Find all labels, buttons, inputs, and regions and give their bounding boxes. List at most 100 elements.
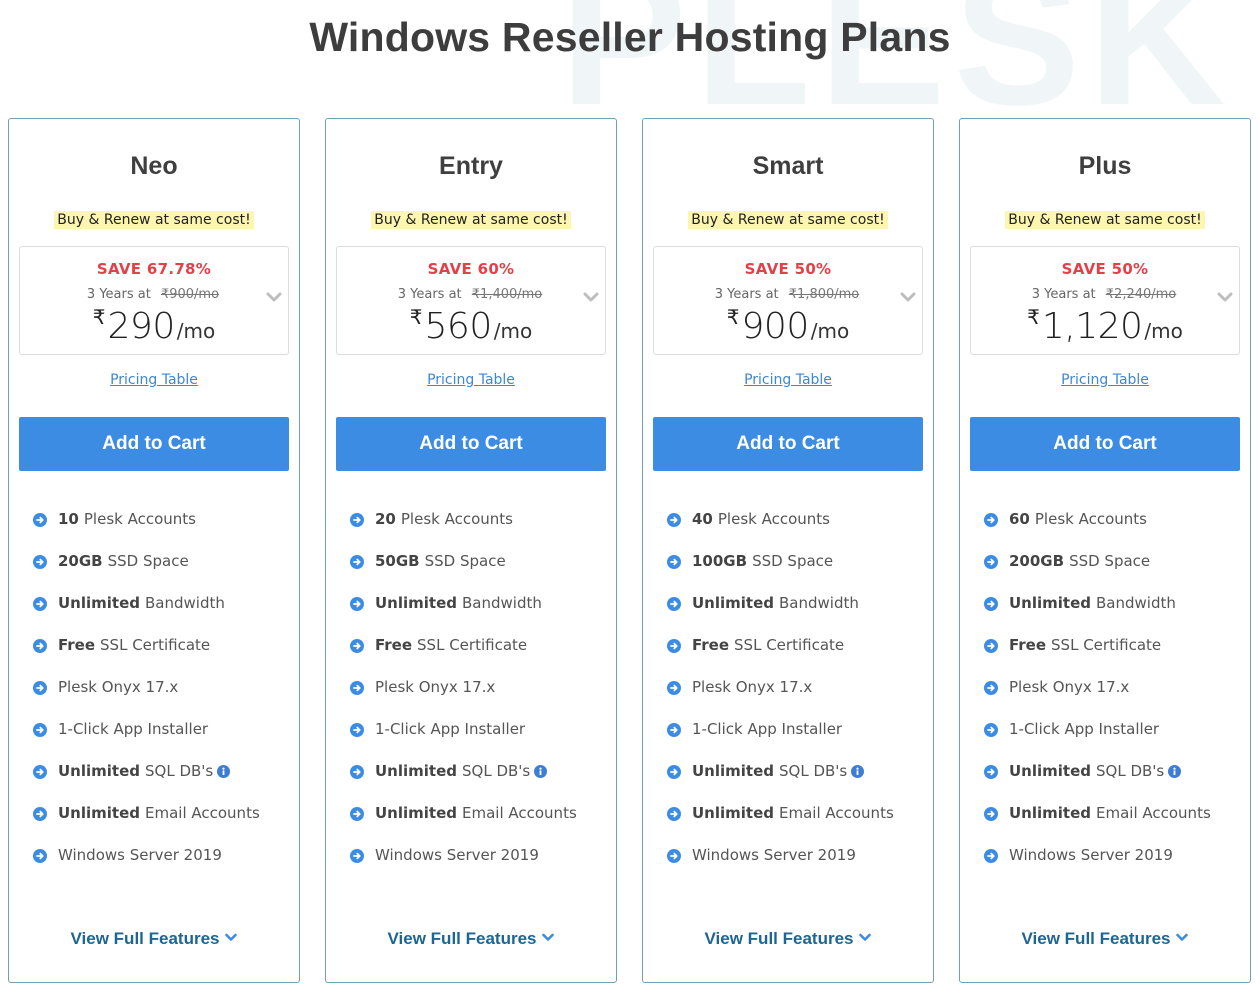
arrow-circle-icon	[33, 513, 47, 527]
feature-text: Windows Server 2019	[692, 846, 856, 864]
chevron-down-icon[interactable]	[1217, 291, 1233, 303]
feature-highlight: 40	[692, 510, 713, 528]
arrow-circle-icon	[350, 765, 364, 779]
feature-item: Unlimited SQL DB's	[350, 762, 612, 804]
feature-label: Windows Server 2019	[1009, 846, 1173, 864]
feature-item: Windows Server 2019	[667, 846, 929, 888]
view-full-features-link[interactable]: View Full Features	[326, 929, 616, 949]
feature-label: 1-Click App Installer	[375, 720, 526, 738]
arrow-circle-icon	[667, 681, 681, 695]
feature-highlight: Unlimited	[58, 762, 140, 780]
original-price: ₹900/mo	[160, 287, 220, 302]
feature-item: Windows Server 2019	[350, 846, 612, 888]
feature-label: SQL DB's	[462, 762, 531, 780]
feature-item: Windows Server 2019	[984, 846, 1246, 888]
feature-list: 40 Plesk Accounts 100GB SSD Space Unlimited B…	[667, 510, 929, 888]
feature-text: Unlimited Email Accounts	[1009, 804, 1211, 822]
price-period: /mo	[493, 319, 533, 343]
plan-card-plus: Plus Buy & Renew at same cost! SAVE 50% …	[959, 118, 1251, 983]
page-title: Windows Reseller Hosting Plans	[309, 14, 951, 60]
feature-item: Unlimited Email Accounts	[984, 804, 1246, 846]
feature-item: Unlimited Email Accounts	[350, 804, 612, 846]
plan-card-entry: Entry Buy & Renew at same cost! SAVE 60%…	[325, 118, 617, 983]
feature-text: Plesk Onyx 17.x	[692, 678, 812, 696]
add-to-cart-button[interactable]: Add to Cart	[970, 417, 1240, 471]
chevron-down-icon[interactable]	[266, 291, 282, 303]
feature-text: 100GB SSD Space	[692, 552, 833, 570]
view-full-features-link[interactable]: View Full Features	[9, 929, 299, 949]
pricing-table-link[interactable]: Pricing Table	[1061, 372, 1149, 388]
feature-item: Free SSL Certificate	[984, 636, 1246, 678]
price-amount: 1,120	[1041, 306, 1143, 347]
currency-symbol: ₹	[726, 305, 740, 329]
feature-item: 20 Plesk Accounts	[350, 510, 612, 552]
feature-item: Unlimited Bandwidth	[350, 594, 612, 636]
feature-label: Plesk Accounts	[1034, 510, 1147, 528]
feature-text: Free SSL Certificate	[692, 636, 844, 654]
feature-item: Unlimited SQL DB's	[984, 762, 1246, 804]
feature-text: Free SSL Certificate	[1009, 636, 1161, 654]
arrow-circle-icon	[33, 597, 47, 611]
arrow-circle-icon	[350, 807, 364, 821]
billing-term-selector[interactable]: SAVE 67.78% 3 Years at ₹900/mo ₹290/mo	[19, 246, 289, 355]
billing-term-selector[interactable]: SAVE 60% 3 Years at ₹1,400/mo ₹560/mo	[336, 246, 606, 355]
pricing-table-link[interactable]: Pricing Table	[110, 372, 198, 388]
feature-label: Plesk Onyx 17.x	[1009, 678, 1130, 696]
feature-highlight: Unlimited	[375, 762, 457, 780]
currency-symbol: ₹	[92, 305, 106, 329]
feature-item: 10 Plesk Accounts	[33, 510, 295, 552]
info-icon[interactable]	[217, 765, 231, 778]
feature-text: Unlimited Email Accounts	[58, 804, 260, 822]
info-icon[interactable]	[851, 765, 865, 778]
view-full-features-link[interactable]: View Full Features	[643, 929, 933, 949]
feature-label: Plesk Onyx 17.x	[692, 678, 813, 696]
term-line: 3 Years at ₹2,240/mo	[971, 287, 1239, 302]
arrow-circle-icon	[350, 639, 364, 653]
arrow-circle-icon	[667, 723, 681, 737]
plan-card-neo: Neo Buy & Renew at same cost! SAVE 67.78…	[8, 118, 300, 983]
feature-item: Unlimited Email Accounts	[33, 804, 295, 846]
feature-item: 20GB SSD Space	[33, 552, 295, 594]
feature-label: Windows Server 2019	[692, 846, 856, 864]
pricing-table-link[interactable]: Pricing Table	[744, 372, 832, 388]
feature-highlight: 20	[375, 510, 396, 528]
info-icon[interactable]	[534, 765, 548, 778]
add-to-cart-button[interactable]: Add to Cart	[653, 417, 923, 471]
feature-item: Windows Server 2019	[33, 846, 295, 888]
add-to-cart-button[interactable]: Add to Cart	[19, 417, 289, 471]
billing-term-selector[interactable]: SAVE 50% 3 Years at ₹2,240/mo ₹1,120/mo	[970, 246, 1240, 355]
view-full-features-link[interactable]: View Full Features	[960, 929, 1250, 949]
arrow-circle-icon	[667, 765, 681, 779]
feature-text: Windows Server 2019	[1009, 846, 1173, 864]
feature-text: 200GB SSD Space	[1009, 552, 1150, 570]
feature-highlight: Unlimited	[1009, 762, 1091, 780]
save-percentage: SAVE 50%	[744, 260, 832, 278]
chevron-down-icon[interactable]	[583, 291, 599, 303]
term-line: 3 Years at ₹1,800/mo	[654, 287, 922, 302]
feature-item: 60 Plesk Accounts	[984, 510, 1246, 552]
arrow-circle-icon	[667, 555, 681, 569]
feature-label: Bandwidth	[1096, 594, 1176, 612]
feature-label: SSL Certificate	[734, 636, 845, 654]
plan-name: Plus	[1078, 152, 1132, 180]
feature-text: 1-Click App Installer	[692, 720, 842, 738]
add-to-cart-button[interactable]: Add to Cart	[336, 417, 606, 471]
feature-text: 1-Click App Installer	[58, 720, 208, 738]
feature-list: 20 Plesk Accounts 50GB SSD Space Unlimited Ba…	[350, 510, 612, 888]
feature-label: SSD Space	[107, 552, 189, 570]
feature-highlight: 200GB	[1009, 552, 1065, 570]
feature-item: Free SSL Certificate	[33, 636, 295, 678]
feature-text: Unlimited Bandwidth	[1009, 594, 1176, 612]
pricing-table-link[interactable]: Pricing Table	[427, 372, 515, 388]
chevron-down-icon[interactable]	[900, 291, 916, 303]
feature-highlight: Unlimited	[58, 594, 140, 612]
feature-text: Plesk Onyx 17.x	[375, 678, 495, 696]
view-full-features-label: View Full Features	[387, 929, 537, 948]
feature-text: 1-Click App Installer	[1009, 720, 1159, 738]
billing-term-selector[interactable]: SAVE 50% 3 Years at ₹1,800/mo ₹900/mo	[653, 246, 923, 355]
feature-item: 100GB SSD Space	[667, 552, 929, 594]
feature-item: Plesk Onyx 17.x	[33, 678, 295, 720]
feature-label: Bandwidth	[779, 594, 859, 612]
info-icon[interactable]	[1168, 765, 1182, 778]
arrow-circle-icon	[350, 597, 364, 611]
